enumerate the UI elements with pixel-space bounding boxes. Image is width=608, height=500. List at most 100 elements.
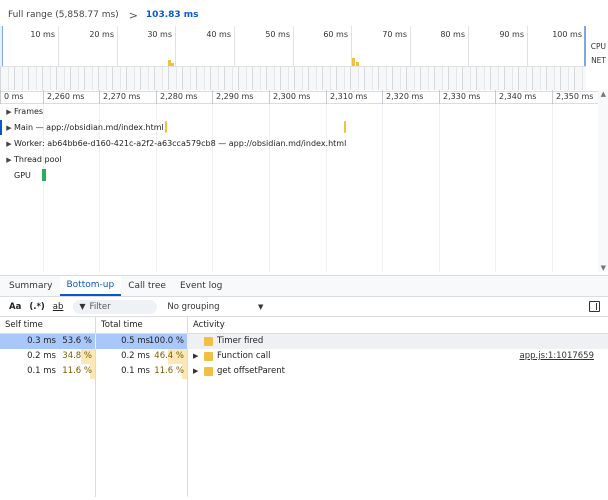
expand-triangle-icon[interactable]: ▶ [4,156,14,164]
screenshots-strip[interactable] [0,66,586,90]
filter-input[interactable]: ▼ Filter [73,299,158,314]
total-time-percent: 11.6 % [154,366,184,376]
self-time-cell: 0.2 ms 34.8 % [0,349,95,364]
range-handle-right[interactable] [584,26,586,66]
ruler-tick: 2,270 ms [99,90,140,104]
table-header: Self time Total time Activity [0,317,608,334]
header-total-time[interactable]: Total time [96,317,187,334]
expand-triangle-icon[interactable]: ▶ [4,140,14,148]
details-tab-bar: Summary Bottom-up Call tree Event log [0,275,608,297]
activity-cell: ▶ Function call app.js:1:1017659 [188,349,608,364]
timeline-ruler: 0 ms 2,260 ms 2,270 ms 2,280 ms 2,290 ms… [0,90,608,104]
ruler-tick: 2,330 ms [439,90,480,104]
ruler-tick: 0 ms [0,90,24,104]
activity-name: Timer fired [217,336,264,346]
self-time-cell: 0.3 ms 53.6 % [0,334,95,349]
gpu-task[interactable] [42,169,46,181]
tab-summary[interactable]: Summary [2,276,60,296]
timeline-scrollbar[interactable]: ▲ ▼ [598,90,608,272]
category-color-swatch [204,352,213,361]
total-time-cell: 0.2 ms 46.4 % [96,349,187,364]
range-handle-left[interactable] [0,26,3,66]
total-time-percent: 100.0 % [148,336,184,346]
grouping-select[interactable]: No grouping ▼ [161,300,269,314]
expand-triangle-icon[interactable]: ▶ [4,124,14,132]
total-time-value: 0.1 ms [121,366,150,376]
timeline-overview[interactable]: 10 ms 20 ms 30 ms 40 ms 50 ms 60 ms 70 m… [0,26,608,92]
table-row[interactable]: 0.3 ms 53.6 % 0.5 ms 100.0 % Timer fired [0,334,608,349]
bottom-up-table: Self time Total time Activity 0.3 ms 53.6… [0,317,608,497]
activity-name: Function call [217,351,271,361]
breadcrumb-current-range[interactable]: 103.83 ms [146,10,199,20]
chevron-right-icon: > [128,8,138,22]
ruler-tick: 2,260 ms [43,90,84,104]
filter-placeholder: Filter [89,301,111,312]
filter-icon: ▼ [79,302,86,311]
table-row[interactable]: 0.2 ms 34.8 % 0.2 ms 46.4 % ▶ Function call ap… [0,349,608,364]
expand-triangle-icon[interactable]: ▶ [4,108,14,116]
ruler-tick: 2,300 ms [269,90,310,104]
total-time-value: 0.2 ms [121,351,150,361]
ruler-tick: 2,350 ms [552,90,593,104]
total-time-cell: 0.1 ms 11.6 % [96,364,187,379]
details-toolbar: Aa (.*) ab ▼ Filter No grouping ▼ [0,297,608,317]
activity-cell: Timer fired [188,334,608,349]
net-label: NET [591,56,606,65]
expand-triangle-icon[interactable]: ▶ [193,349,198,364]
ruler-tick: 2,310 ms [326,90,367,104]
cpu-label: CPU [590,42,606,51]
ruler-tick: 2,290 ms [212,90,253,104]
scroll-up-icon[interactable]: ▲ [601,90,606,98]
activity-name: get offsetParent [217,366,285,376]
total-time-cell: 0.5 ms 100.0 % [96,334,187,349]
self-time-percent: 34.8 % [62,351,92,361]
track-main[interactable]: ▶ Main — app://obsidian.md/index.html [0,120,164,135]
tab-bottom-up[interactable]: Bottom-up [59,276,122,296]
cpu-activity [352,58,355,66]
self-time-value: 0.3 ms [27,336,56,346]
breadcrumb-full-range[interactable]: Full range (5,858.77 ms) [8,10,119,20]
overview-tick: 50 ms [265,26,294,66]
regex-button[interactable]: (.*) [25,302,48,312]
match-case-button[interactable]: Aa [5,302,25,312]
overview-tick: 30 ms [147,26,176,66]
header-self-time[interactable]: Self time [0,317,95,334]
source-link[interactable]: app.js:1:1017659 [520,349,594,364]
ruler-tick: 2,280 ms [156,90,197,104]
total-time-percent: 46.4 % [154,351,184,361]
overview-tick: 70 ms [382,26,411,66]
grouping-value: No grouping [167,301,220,312]
overview-tick: 80 ms [440,26,469,66]
table-row[interactable]: 0.1 ms 11.6 % 0.1 ms 11.6 % ▶ get offsetParen… [0,364,608,379]
track-thread-pool[interactable]: ▶ Thread pool [0,152,61,167]
timer-event[interactable] [165,121,167,133]
self-time-value: 0.1 ms [27,366,56,376]
self-time-percent: 53.6 % [62,336,92,346]
timeline-tracks: ▶ Frames ▶ Main — app://obsidian.md/inde… [0,104,598,274]
timer-event[interactable] [344,121,346,133]
overview-tick: 10 ms [30,26,59,66]
expand-triangle-icon[interactable]: ▶ [193,364,198,379]
header-activity[interactable]: Activity [188,317,608,334]
total-time-value: 0.5 ms [121,336,150,346]
overview-tick: 20 ms [89,26,118,66]
ruler-tick: 2,320 ms [382,90,423,104]
ruler-tick: 2,340 ms [495,90,536,104]
self-time-cell: 0.1 ms 11.6 % [0,364,95,379]
overview-tick: 90 ms [499,26,528,66]
activity-cell: ▶ get offsetParent [188,364,608,379]
category-color-swatch [204,367,213,376]
track-frames[interactable]: ▶ Frames [0,104,43,119]
self-time-value: 0.2 ms [27,351,56,361]
tab-call-tree[interactable]: Call tree [121,276,173,296]
overview-tick: 40 ms [206,26,235,66]
category-color-swatch [204,337,213,346]
sidebar-toggle-icon[interactable] [589,301,600,312]
chevron-down-icon: ▼ [258,302,264,311]
self-time-percent: 11.6 % [62,366,92,376]
scroll-down-icon[interactable]: ▼ [601,264,606,272]
whole-word-button[interactable]: ab [49,302,68,312]
track-gpu[interactable]: GPU [0,168,31,183]
tab-event-log[interactable]: Event log [173,276,229,296]
track-worker[interactable]: ▶ Worker: ab64bb6e-d160-421c-a2f2-a63cca… [0,136,346,151]
